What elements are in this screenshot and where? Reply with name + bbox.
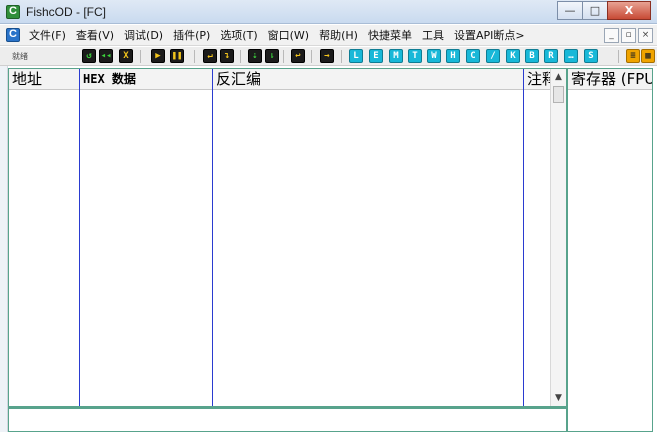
mdi-left-edge	[0, 66, 8, 432]
app-icon	[6, 5, 20, 19]
execute-till-return-icon[interactable]: ↩	[291, 49, 305, 63]
window-l-button[interactable]: L	[349, 49, 363, 63]
mdi-restore-button[interactable]: ▫	[621, 28, 636, 43]
run-icon[interactable]: ▶	[151, 49, 165, 63]
window-slash-button[interactable]: /	[486, 49, 500, 63]
menu-set-api-breakpoint[interactable]: 设置API断点>	[449, 27, 530, 43]
step-into-icon[interactable]: ↵	[203, 49, 217, 63]
window-s-button[interactable]: S	[584, 49, 598, 63]
vertical-scrollbar[interactable]: ▲ ▼	[550, 69, 566, 406]
menu-bar: 文件(F) 查看(V) 调试(D) 插件(P) 选项(T) 窗口(W) 帮助(H…	[0, 25, 657, 46]
window-b-button[interactable]: B	[525, 49, 539, 63]
rewind-icon[interactable]: ◂◂	[99, 49, 113, 63]
scroll-up-arrow-icon[interactable]: ▲	[551, 69, 566, 85]
registers-pane[interactable]: 寄存器 (FPU)	[567, 68, 653, 432]
menu-help[interactable]: 帮助(H)	[314, 27, 363, 43]
disassembly-pane[interactable]: 地址 HEX 数据 反汇编 注释 ▲ ▼	[8, 68, 567, 407]
toolbar-separator	[311, 50, 312, 63]
maximize-button[interactable]: □	[582, 1, 608, 20]
menu-tools[interactable]: 工具	[417, 27, 449, 43]
scroll-down-arrow-icon[interactable]: ▼	[551, 390, 566, 406]
info-pane[interactable]	[8, 407, 567, 432]
column-divider[interactable]	[212, 69, 213, 406]
window-controls: — □ X	[557, 1, 651, 20]
column-divider[interactable]	[79, 69, 80, 406]
mdi-system-icon[interactable]	[6, 28, 20, 42]
step-over-icon[interactable]: ↴	[220, 49, 234, 63]
window-t-button[interactable]: T	[408, 49, 422, 63]
toolbar-separator	[283, 50, 284, 63]
trace-into-icon[interactable]: ⇣	[248, 49, 262, 63]
appearance-icon[interactable]: ▦	[641, 49, 655, 63]
mdi-minimize-button[interactable]: _	[604, 28, 619, 43]
registers-header[interactable]: 寄存器 (FPU)	[568, 69, 652, 90]
cpu-window: 地址 HEX 数据 反汇编 注释 ▲ ▼ 寄存器 (FPU)	[8, 68, 653, 432]
toolbar-separator	[240, 50, 241, 63]
minimize-button[interactable]: —	[557, 1, 583, 20]
toolbar: 就绪 ↺ ◂◂ X ▶ ❚❚ ↵ ↴ ⇣ ⇂ ↩ → L E M T W H C / K B R … S ≡ ▦	[0, 47, 657, 66]
column-header-comment[interactable]: 注释	[524, 69, 550, 90]
window-k-button[interactable]: K	[506, 49, 520, 63]
menu-options[interactable]: 选项(T)	[215, 27, 262, 43]
close-process-icon[interactable]: X	[119, 49, 133, 63]
trace-over-icon[interactable]: ⇂	[265, 49, 279, 63]
column-divider[interactable]	[523, 69, 524, 406]
mdi-controls: _ ▫ ×	[602, 28, 653, 43]
window-title: FishcOD - [FC]	[26, 5, 106, 19]
menu-file[interactable]: 文件(F)	[24, 27, 71, 43]
options-icon[interactable]: ≡	[626, 49, 640, 63]
menu-window[interactable]: 窗口(W)	[263, 27, 314, 43]
window-c-button[interactable]: C	[466, 49, 480, 63]
window-r-button[interactable]: R	[544, 49, 558, 63]
window-e-button[interactable]: E	[369, 49, 383, 63]
window-m-button[interactable]: M	[389, 49, 403, 63]
status-label: 就绪	[12, 52, 28, 61]
column-header-disassembly[interactable]: 反汇编	[213, 69, 523, 90]
pause-icon[interactable]: ❚❚	[170, 49, 184, 63]
toolbar-separator	[140, 50, 141, 63]
toolbar-separator	[341, 50, 342, 63]
window-h-button[interactable]: H	[446, 49, 460, 63]
restart-icon[interactable]: ↺	[82, 49, 96, 63]
toolbar-separator	[618, 50, 619, 63]
menu-view[interactable]: 查看(V)	[71, 27, 119, 43]
menu-shortcuts[interactable]: 快捷菜单	[363, 27, 417, 43]
window-w-button[interactable]: W	[427, 49, 441, 63]
title-bar: FishcOD - [FC] — □ X	[0, 0, 657, 24]
scroll-thumb[interactable]	[553, 86, 564, 103]
window-dots-button[interactable]: …	[564, 49, 578, 63]
menu-plugins[interactable]: 插件(P)	[168, 27, 215, 43]
menu-debug[interactable]: 调试(D)	[119, 27, 168, 43]
column-header-hex[interactable]: HEX 数据	[80, 69, 212, 90]
toolbar-separator	[194, 50, 195, 63]
goto-icon[interactable]: →	[320, 49, 334, 63]
mdi-close-button[interactable]: ×	[638, 28, 653, 43]
column-header-address[interactable]: 地址	[9, 69, 79, 90]
close-button[interactable]: X	[607, 1, 651, 20]
